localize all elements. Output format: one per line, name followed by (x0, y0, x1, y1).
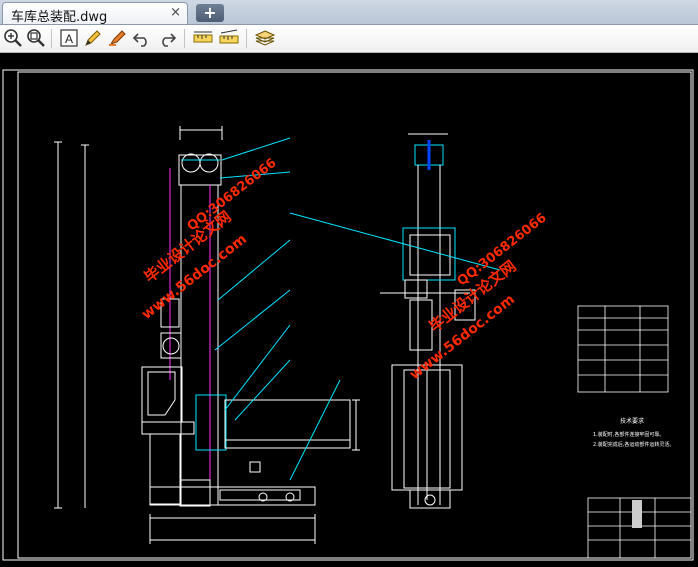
tab-bar: 车库总装配.dwg × + (0, 0, 698, 25)
watermark-left: 毕业设计论文网 www.56doc.com QQ:306826066 (139, 156, 280, 323)
title-block (587, 497, 692, 559)
toolbar-separator (51, 29, 52, 48)
zoom-extents-icon[interactable] (25, 27, 47, 49)
document-tab[interactable]: 车库总装配.dwg × (2, 2, 188, 25)
undo-icon[interactable] (131, 27, 153, 49)
watermark-right: 毕业设计论文网 www.56doc.com QQ:306826066 (407, 210, 550, 383)
zoom-in-icon[interactable] (2, 27, 24, 49)
tab-title: 车库总装配.dwg (11, 10, 108, 25)
close-icon[interactable]: × (170, 5, 181, 20)
layers-icon[interactable] (254, 27, 276, 49)
text-tool-icon[interactable]: A (58, 27, 80, 49)
note-line-2: 2.装配完成后,各运动部件运转灵活。 (593, 441, 674, 448)
drawing-border (2, 69, 694, 561)
new-tab-button[interactable]: + (196, 4, 224, 22)
svg-text:A: A (65, 32, 73, 46)
drawing-canvas[interactable]: 技术要求 1.装配时,各部件连接牢固可靠。 2.装配完成后,各运动部件运转灵活。… (0, 53, 698, 567)
notes-title: 技术要求 (620, 417, 644, 425)
toolbar-separator (246, 29, 247, 48)
cad-drawing: 技术要求 1.装配时,各部件连接牢固可靠。 2.装配完成后,各运动部件运转灵活。… (2, 69, 694, 561)
toolbar: A (0, 25, 698, 53)
toolbar-separator (184, 29, 185, 48)
side-view (289, 133, 501, 509)
technical-notes: 技术要求 1.装配时,各部件连接牢固可靠。 2.装配完成后,各运动部件运转灵活。 (593, 417, 674, 448)
front-view (54, 126, 360, 544)
marker-icon[interactable] (106, 27, 128, 49)
measure-area-icon[interactable] (218, 27, 240, 49)
parts-table (577, 305, 669, 393)
measure-length-icon[interactable] (192, 27, 214, 49)
redo-icon[interactable] (156, 27, 178, 49)
pencil-icon[interactable] (82, 27, 104, 49)
drawing-inner-frame (17, 71, 692, 559)
note-line-1: 1.装配时,各部件连接牢固可靠。 (593, 431, 664, 438)
